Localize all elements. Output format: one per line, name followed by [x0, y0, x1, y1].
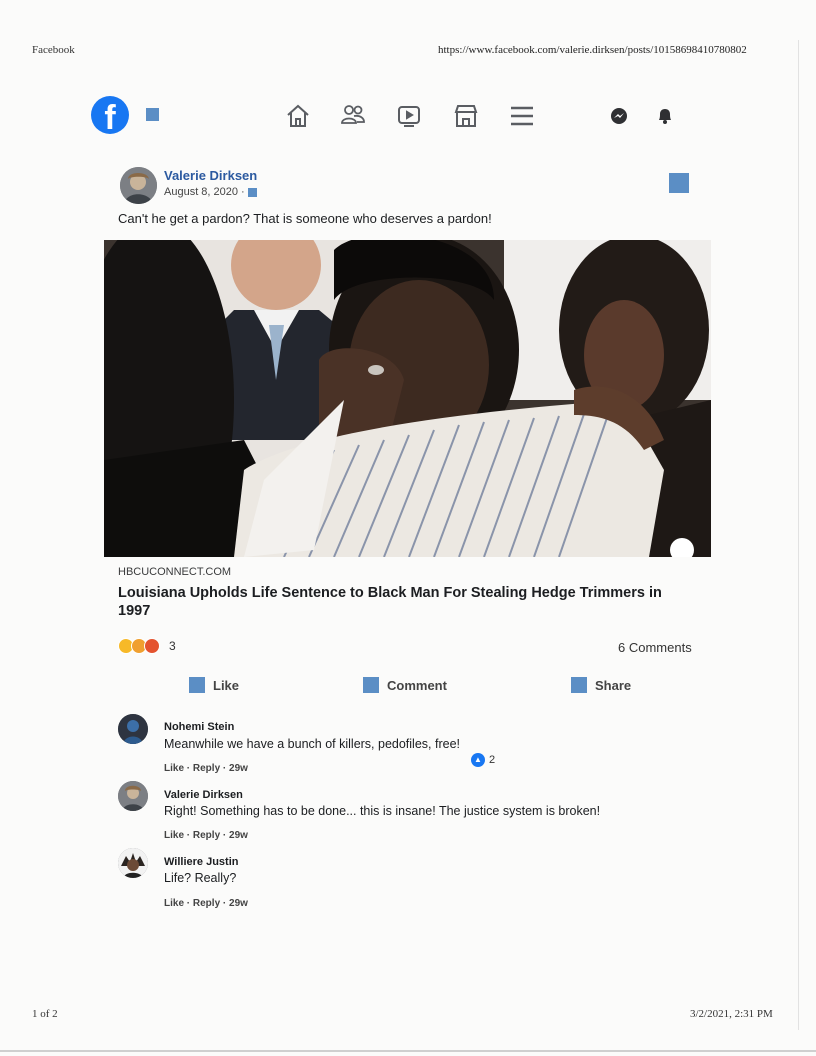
link-source-domain[interactable]: HBCUCONNECT.COM [118, 566, 231, 578]
comment-like-badge[interactable]: ▲ 2 [471, 753, 495, 767]
comment-text: Right! Something has to be done... this … [164, 804, 601, 818]
messenger-icon[interactable] [609, 106, 629, 126]
friends-icon[interactable] [340, 102, 366, 128]
share-label: Share [595, 677, 632, 693]
comment-actions[interactable]: Like · Reply · 29w [164, 830, 248, 841]
marketplace-icon[interactable] [453, 103, 479, 129]
thumbs-up-icon: ▲ [471, 753, 485, 767]
post-author-name[interactable]: Valerie Dirksen [164, 168, 257, 183]
angry-reaction-icon [144, 638, 160, 654]
author-avatar[interactable] [120, 167, 157, 204]
comment-avatar[interactable] [118, 781, 148, 811]
comment-actions[interactable]: Like · Reply · 29w [164, 898, 248, 909]
share-button[interactable]: Share [571, 677, 631, 693]
reaction-summary[interactable]: 3 [118, 638, 176, 654]
comment-text: Meanwhile we have a bunch of killers, pe… [164, 737, 460, 751]
post-options-icon[interactable] [669, 173, 689, 193]
print-footer-datetime: 3/2/2021, 2:31 PM [690, 1008, 773, 1020]
comments-count[interactable]: 6 Comments [618, 640, 692, 655]
share-icon [571, 677, 587, 693]
menu-icon[interactable] [509, 103, 535, 129]
page-edge-divider [798, 40, 799, 1030]
comment-avatar[interactable] [118, 848, 148, 878]
post-text: Can't he get a pardon? That is someone w… [118, 211, 492, 226]
comment-author[interactable]: Valerie Dirksen [164, 789, 243, 801]
comment-author[interactable]: Williere Justin [164, 856, 238, 868]
comment-text: Life? Really? [164, 871, 237, 885]
reaction-count: 3 [169, 639, 176, 653]
comment-like-count: 2 [489, 754, 496, 766]
search-placeholder-icon[interactable] [146, 108, 159, 121]
post-date[interactable]: August 8, 2020 · [164, 186, 257, 198]
comment-icon [363, 677, 379, 693]
link-title[interactable]: Louisiana Upholds Life Sentence to Black… [118, 584, 688, 620]
like-icon [189, 677, 205, 693]
facebook-logo-icon[interactable]: f [91, 96, 129, 134]
home-icon[interactable] [285, 103, 311, 129]
comment-actions[interactable]: Like · Reply · 29w [164, 763, 248, 774]
print-footer-page: 1 of 2 [32, 1008, 58, 1020]
post-date-text: August 8, 2020 · [164, 186, 245, 198]
print-header-url: https://www.facebook.com/valerie.dirksen… [438, 44, 747, 56]
watch-icon[interactable] [396, 103, 422, 129]
like-label: Like [213, 677, 240, 693]
print-header-site: Facebook [32, 44, 75, 56]
link-preview-image[interactable] [104, 240, 711, 557]
like-button[interactable]: Like [189, 677, 239, 693]
audience-icon [247, 187, 257, 197]
comment-avatar[interactable] [118, 714, 148, 744]
comment-button[interactable]: Comment [363, 677, 447, 693]
notifications-icon[interactable] [655, 106, 675, 126]
page-bottom-divider [0, 1050, 816, 1052]
comment-label: Comment [387, 677, 447, 693]
comment-author[interactable]: Nohemi Stein [164, 721, 234, 733]
